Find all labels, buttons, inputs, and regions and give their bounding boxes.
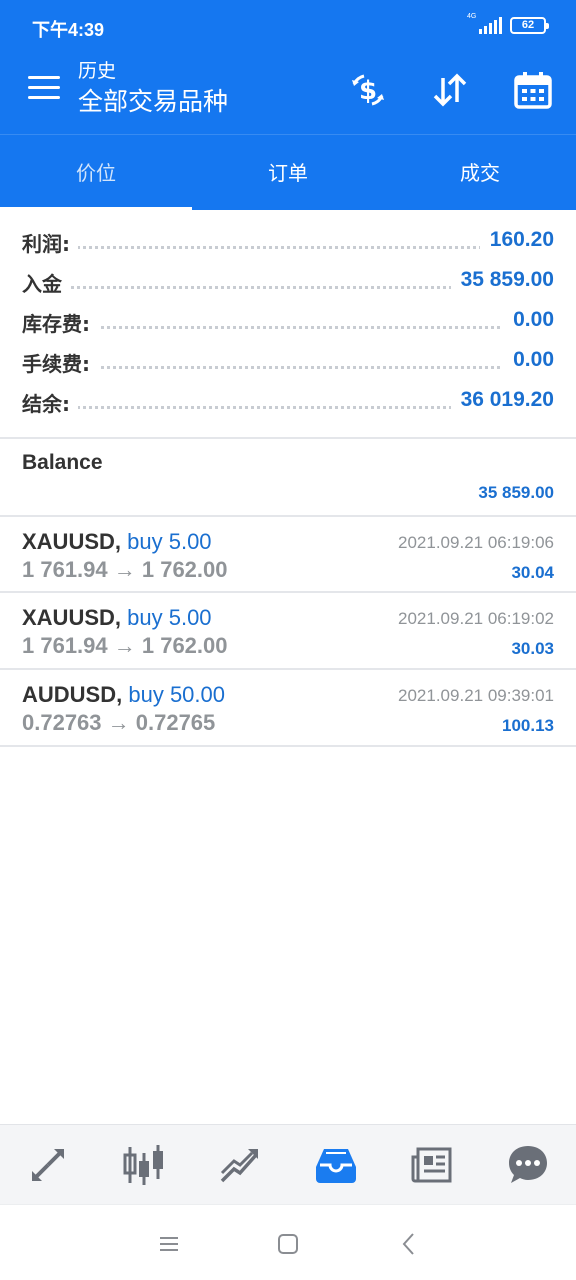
balance-row[interactable]: Balance 35 859.00 [0,439,576,515]
history-icon[interactable] [308,1137,364,1193]
deal-symbol: XAUUSD, buy 5.00 [22,529,212,555]
status-time: 下午4:39 [32,20,105,40]
network-type: 4G [467,13,477,20]
status-bar: 下午4:39 4G 62 [0,0,576,56]
app-bar: 下午4:39 4G 62 历史 全部交易品种 $ 价位 订单 成交 [0,0,576,210]
calendar-icon[interactable] [511,68,555,112]
summary-value: 0.00 [503,308,554,332]
summary-row-profit: 利润: 160.20 [0,222,576,262]
summary-label: 库存费: [22,308,98,337]
dotted-leader [22,366,554,369]
deal-profit: 100.13 [502,716,554,735]
page-subtitle: 历史 [78,60,117,82]
tab-bar: 价位 订单 成交 [0,134,576,210]
deal-time: 2021.09.21 06:19:02 [398,609,554,628]
title-block: 历史 全部交易品种 [78,58,228,120]
battery-level: 62 [521,19,535,31]
summary-value: 0.00 [503,348,554,372]
page-title[interactable]: 全部交易品种 [78,84,228,120]
system-nav-bar [0,1204,576,1280]
chart-icon[interactable] [116,1137,172,1193]
summary-value: 160.20 [479,228,554,252]
divider [0,745,576,747]
status-icons: 4G 62 [467,13,549,34]
back-icon[interactable] [394,1229,424,1259]
summary-row-swap: 库存费: 0.00 [0,302,576,342]
deal-profit: 30.03 [511,639,554,658]
trade-type: buy 5.00 [127,605,212,630]
symbol-name: XAUUSD, [22,529,122,554]
summary-label: 结余: [22,388,78,417]
tab-prices[interactable]: 价位 [0,135,192,210]
symbol-name: XAUUSD, [22,605,122,630]
quotes-icon[interactable] [20,1137,76,1193]
summary-row-commission: 手续费: 0.00 [0,342,576,382]
symbol-name: AUDUSD, [22,682,123,707]
tab-orders[interactable]: 订单 [192,135,384,210]
news-icon[interactable] [404,1137,460,1193]
tab-deals[interactable]: 成交 [384,135,576,210]
deal-prices: 0.72763 → 0.72765 [22,710,216,735]
deal-prices: 1 761.94 → 1 762.00 [22,633,228,658]
deal-row[interactable]: XAUUSD, buy 5.00 1 761.94 → 1 762.00 202… [0,593,576,669]
summary-label: 入金 [22,268,70,297]
summary-value: 35 859.00 [450,268,554,292]
deal-time: 2021.09.21 09:39:01 [398,686,554,705]
deal-profit: 30.04 [511,563,554,582]
deal-symbol: XAUUSD, buy 5.00 [22,605,212,631]
trade-type: buy 50.00 [128,682,225,707]
chat-icon[interactable] [500,1137,556,1193]
currency-exchange-icon[interactable]: $ [346,68,390,112]
recents-icon[interactable] [154,1229,184,1259]
dotted-leader [22,246,554,249]
battery-icon: 62 [510,16,549,34]
signal-icon: 4G [467,13,502,34]
deal-prices: 1 761.94 → 1 762.00 [22,557,228,582]
dotted-leader [22,326,554,329]
balance-label: Balance [22,451,103,474]
svg-text:$: $ [359,76,377,106]
summary-value: 36 019.20 [450,388,554,412]
deal-time: 2021.09.21 06:19:06 [398,533,554,552]
deal-row[interactable]: AUDUSD, buy 50.00 0.72763 → 0.72765 2021… [0,670,576,746]
summary-label: 利润: [22,228,78,257]
summary-row-deposit: 入金 35 859.00 [0,262,576,302]
trade-type: buy 5.00 [127,529,212,554]
trade-icon[interactable] [212,1137,268,1193]
home-icon[interactable] [273,1229,303,1259]
bottom-nav [0,1124,576,1204]
summary-section: 利润: 160.20 入金 35 859.00 库存费: 0.00 手续费: 0… [0,222,576,422]
summary-label: 手续费: [22,348,98,377]
balance-value: 35 859.00 [478,483,554,502]
sort-icon[interactable] [428,68,472,112]
hamburger-icon[interactable] [28,76,60,102]
deal-row[interactable]: XAUUSD, buy 5.00 1 761.94 → 1 762.00 202… [0,517,576,593]
summary-row-balance: 结余: 36 019.20 [0,382,576,422]
deal-symbol: AUDUSD, buy 50.00 [22,682,225,708]
